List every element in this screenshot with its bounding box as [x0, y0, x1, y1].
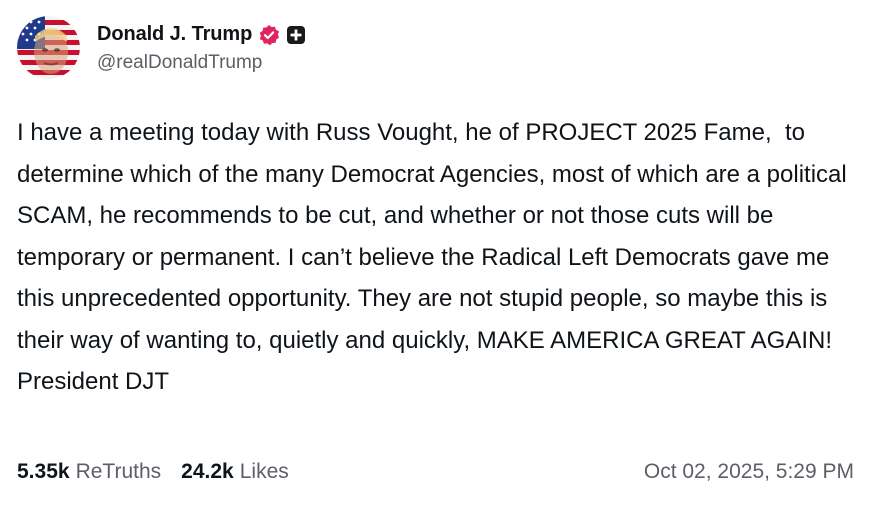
likes-label: Likes: [239, 460, 289, 483]
post-text: I have a meeting today with Russ Vought,…: [17, 119, 854, 395]
display-name[interactable]: Donald J. Trump: [97, 23, 252, 46]
author-handle[interactable]: @realDonaldTrump: [97, 52, 306, 74]
name-row: Donald J. Trump: [97, 22, 306, 48]
verified-badge-icon: [258, 24, 280, 46]
avatar[interactable]: [17, 16, 80, 79]
post-header: Donald J. Trump @realDonaldTrump: [17, 16, 306, 79]
post-card: Donald J. Trump @realDonaldTrump I have …: [0, 0, 874, 507]
plus-badge-icon: [286, 25, 306, 45]
author-names: Donald J. Trump @realDonaldTrump: [97, 22, 306, 74]
retruths-label: ReTruths: [75, 460, 162, 483]
post-timestamp[interactable]: Oct 02, 2025, 5:29 PM: [644, 460, 854, 484]
flag-portrait-avatar-icon: [17, 16, 80, 79]
retruths-stat[interactable]: 5.35k ReTruths: [17, 460, 161, 484]
likes-count: 24.2k: [181, 460, 234, 483]
likes-stat[interactable]: 24.2k Likes: [181, 460, 289, 484]
post-footer: 5.35k ReTruths 24.2k Likes Oct 02, 2025,…: [17, 456, 854, 488]
retruths-count: 5.35k: [17, 460, 70, 483]
